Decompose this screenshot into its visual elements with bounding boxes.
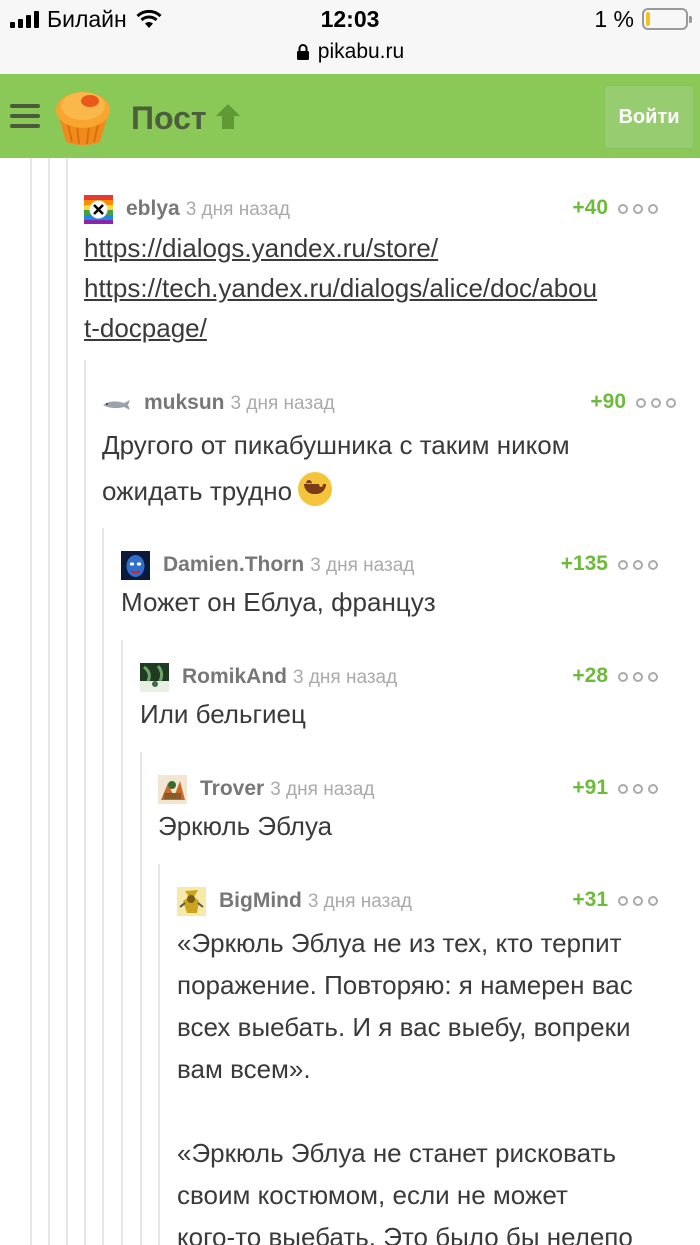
avatar[interactable] — [177, 887, 206, 916]
thread-line[interactable] — [102, 528, 104, 1245]
pikabu-logo-icon[interactable] — [52, 86, 114, 148]
comment-rating: +28 — [572, 664, 608, 687]
comment-rating: +90 — [590, 390, 626, 413]
thread-line[interactable] — [140, 752, 142, 1245]
comment-time: 3 дня назад — [307, 891, 413, 912]
comment-rating: +31 — [572, 888, 608, 911]
comment-header: muksun 3 дня назад +90 — [102, 388, 684, 418]
comment-rating: +135 — [560, 552, 608, 575]
comment-link[interactable]: https://tech.yandex.ru/dialogs/alice/doc… — [84, 273, 597, 303]
comment-body: Или бельгиец — [140, 694, 684, 734]
comment-text-line: Другого от пикабушника с таким ником — [102, 430, 570, 460]
comment-body: https://dialogs.yandex.ru/store/ https:/… — [84, 228, 684, 348]
comment-text-line: Эркюль Эблуа — [158, 811, 333, 841]
comment-text-line: Или бельгиец — [140, 699, 306, 729]
comment-paragraph-gap — [177, 1090, 684, 1132]
thread-line[interactable] — [48, 158, 50, 1245]
comment: BigMind 3 дня назад +31 «Эркюль Эблуа не … — [177, 886, 684, 1245]
avatar[interactable] — [158, 775, 187, 804]
comment-time: 3 дня назад — [293, 667, 398, 688]
comment: eblya 3 дня назад +40 https://dialogs.yan… — [84, 194, 684, 348]
comment-text-line: всех выебать. И я вас выебу, вопреки — [177, 1012, 631, 1042]
comment: muksun 3 дня назад +90 Другого от пикабуш… — [102, 388, 684, 514]
comment-time: 3 дня назад — [310, 555, 415, 576]
comment-text-line: «Эркюль Эблуа не из тех, кто терпит — [177, 928, 622, 958]
url-text: pikabu.ru — [317, 40, 405, 63]
status-right: 1 % — [594, 5, 692, 32]
comment-time: 3 дня назад — [230, 393, 335, 414]
comment-header: eblya 3 дня назад +40 — [84, 194, 684, 224]
more-options-icon[interactable] — [618, 204, 658, 214]
comment-body: Эркюль Эблуа — [158, 806, 684, 846]
more-options-icon[interactable] — [636, 398, 676, 408]
hamburger-menu-icon[interactable] — [10, 104, 40, 128]
thread-line[interactable] — [30, 158, 32, 1245]
more-options-icon[interactable] — [618, 672, 658, 682]
thread-line[interactable] — [121, 640, 123, 1245]
thread-line[interactable] — [66, 158, 68, 1245]
comment-body: Другого от пикабушника с таким ником ожи… — [102, 422, 684, 514]
comment-rating: +40 — [572, 196, 608, 219]
comment-text-line: своим костюмом, если не может — [177, 1180, 568, 1210]
thread-line[interactable] — [158, 864, 160, 1245]
arrow-up-icon[interactable] — [214, 102, 242, 130]
comment-author[interactable]: RomikAnd 3 дня назад — [182, 665, 397, 689]
lock-icon — [296, 44, 309, 60]
comment-author[interactable]: eblya 3 дня назад — [126, 197, 290, 221]
app-header: Пост Войти — [0, 74, 700, 158]
page-title: Пост — [131, 100, 207, 136]
avatar[interactable] — [102, 389, 131, 418]
comment-text-line: «Эркюль Эблуа не станет рисковать — [177, 1138, 617, 1168]
comment: RomikAnd 3 дня назад +28 Или бельгиец — [140, 662, 684, 734]
comment-body: «Эркюль Эблуа не из тех, кто терпит пора… — [177, 922, 684, 1245]
comment: Damien.Thorn 3 дня назад +135 Может он Еб… — [121, 550, 684, 622]
comment-text-line: ожидать трудно — [102, 476, 293, 506]
comment-text-line: Может он Еблуа, француз — [121, 587, 436, 617]
login-button[interactable]: Войти — [604, 85, 694, 149]
status-bar: Билайн 12:03 1 % pikabu.ru — [0, 0, 700, 74]
avatar[interactable] — [84, 195, 113, 224]
comment-time: 3 дня назад — [270, 779, 375, 800]
avatar[interactable] — [140, 663, 169, 692]
more-options-icon[interactable] — [618, 896, 658, 906]
more-options-icon[interactable] — [618, 560, 658, 570]
comment-author[interactable]: muksun 3 дня назад — [144, 391, 335, 415]
comment-text-line: вам всем». — [177, 1054, 311, 1084]
avatar[interactable] — [121, 551, 150, 580]
battery-percent: 1 % — [594, 5, 634, 32]
comment-text-line: поражение. Повторяю: я намерен вас — [177, 970, 633, 1000]
more-options-icon[interactable] — [618, 784, 658, 794]
comment-link-continuation[interactable]: t-docpage/ — [84, 313, 207, 343]
comment-body: Может он Еблуа, француз — [121, 582, 684, 622]
url-bar[interactable]: pikabu.ru — [0, 38, 700, 66]
comment-text-line: кого-то выебать. Это было бы нелепо — [177, 1222, 633, 1245]
thread-line[interactable] — [84, 360, 86, 1245]
comment-author[interactable]: Trover 3 дня назад — [200, 777, 374, 801]
comment-author[interactable]: BigMind 3 дня назад — [219, 889, 412, 913]
battery-icon — [642, 8, 692, 30]
grinning-face-emoji-icon — [298, 472, 333, 506]
comment-header: Damien.Thorn 3 дня назад +135 — [121, 550, 684, 580]
comment-time: 3 дня назад — [185, 199, 290, 220]
comment-rating: +91 — [572, 776, 608, 799]
comment-author[interactable]: Damien.Thorn 3 дня назад — [163, 553, 414, 577]
comment-header: Trover 3 дня назад +91 — [158, 774, 684, 804]
comment-header: RomikAnd 3 дня назад +28 — [140, 662, 684, 692]
comment-header: BigMind 3 дня назад +31 — [177, 886, 684, 916]
comment: Trover 3 дня назад +91 Эркюль Эблуа — [158, 774, 684, 846]
comment-link[interactable]: https://dialogs.yandex.ru/store/ — [84, 233, 438, 263]
